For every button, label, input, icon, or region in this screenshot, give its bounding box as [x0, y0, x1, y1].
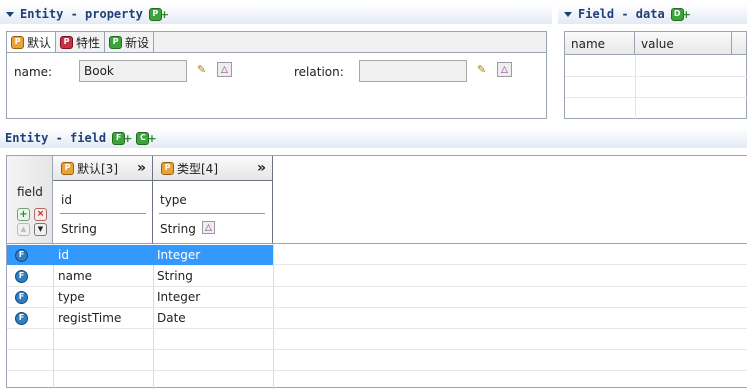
cell-name[interactable]: name — [58, 269, 92, 283]
property-icon: P — [60, 35, 74, 49]
property-icon: P — [11, 35, 24, 49]
divider — [159, 213, 265, 214]
field-data-table: name value — [564, 31, 747, 119]
tab-new[interactable]: P 新设 — [105, 32, 155, 52]
column-group-type[interactable]: P 类型[4] » type String △ — [153, 156, 273, 244]
collapse-icon[interactable] — [6, 11, 14, 17]
column-group-default[interactable]: P 默认[3] » id String — [53, 156, 153, 244]
divider — [60, 213, 146, 214]
cell-type[interactable]: String — [157, 269, 193, 283]
row-header-label: field — [17, 185, 43, 199]
property-icon: P — [161, 161, 174, 175]
row-divider — [7, 349, 747, 350]
field-icon: F — [15, 269, 28, 283]
column-header-value[interactable]: value — [635, 32, 732, 54]
relation-type-button[interactable]: △ — [497, 62, 512, 77]
plus-icon: + — [681, 7, 691, 21]
field-icon: F — [15, 290, 28, 304]
cell-type[interactable]: Integer — [157, 290, 200, 304]
group-label: 类型[4] — [177, 161, 218, 176]
tab-label: 默认 — [27, 35, 52, 50]
plus-icon: + — [159, 7, 170, 21]
row-header-cell: field + × ▲ ▼ — [7, 156, 53, 244]
collapse-icon[interactable] — [564, 11, 572, 17]
property-icon: P — [61, 161, 74, 175]
cell-type[interactable]: Integer — [157, 248, 200, 262]
expand-icon[interactable]: » — [137, 160, 146, 176]
cell-type[interactable]: Date — [157, 311, 186, 325]
property-icon: P — [109, 35, 123, 49]
column-header-name[interactable]: name — [565, 32, 635, 54]
field-icon: F — [15, 311, 28, 325]
column-divider — [635, 55, 636, 119]
column-name: type — [160, 193, 187, 207]
edit-relation-icon[interactable]: ✎ — [477, 63, 489, 76]
column-name: id — [61, 193, 72, 207]
column-type: String — [160, 222, 196, 236]
table-row[interactable]: F type Integer — [7, 287, 747, 308]
type-sort-button[interactable]: △ — [202, 221, 215, 234]
name-label: name: — [14, 65, 53, 79]
relation-field[interactable] — [359, 60, 467, 82]
row-filler — [273, 245, 747, 265]
section-title: Entity - field — [5, 131, 107, 145]
group-header: P 类型[4] » — [153, 156, 272, 181]
expand-icon[interactable]: » — [257, 160, 266, 176]
grid-header-filler — [273, 156, 747, 244]
row-divider — [565, 97, 747, 98]
cell-name[interactable]: registTime — [58, 311, 121, 325]
edit-name-icon[interactable]: ✎ — [197, 63, 209, 76]
move-up-icon[interactable]: ▲ — [17, 223, 30, 236]
plus-icon: + — [147, 131, 157, 145]
tab-default[interactable]: P 默认 — [7, 32, 57, 52]
entity-field-grid: field + × ▲ ▼ P 默认[3] » id String P 类型[4… — [6, 155, 747, 389]
table-row[interactable]: F name String — [7, 266, 747, 287]
name-type-button[interactable]: △ — [217, 62, 232, 77]
column-type: String — [61, 222, 97, 236]
field-icon: F — [15, 248, 28, 262]
tab-feature[interactable]: P 特性 — [56, 32, 106, 52]
table-row[interactable]: F id Integer — [7, 245, 273, 265]
tab-label: 新设 — [125, 35, 150, 50]
section-title: Field - data — [578, 7, 665, 21]
property-panel: P 默认 P 特性 P 新设 name: Book ✎ △ relation: … — [6, 31, 547, 119]
name-field[interactable]: Book — [79, 60, 187, 82]
entity-field-header: Entity - field F + C + — [0, 128, 747, 148]
entity-property-header: Entity - property P + — [0, 4, 552, 24]
cell-name[interactable]: type — [58, 290, 85, 304]
relation-label: relation: — [294, 65, 344, 79]
cell-name[interactable]: id — [58, 248, 69, 262]
group-header: P 默认[3] » — [53, 156, 152, 181]
move-down-icon[interactable]: ▼ — [34, 223, 47, 236]
row-divider — [7, 370, 747, 371]
add-row-icon[interactable]: + — [17, 208, 30, 221]
group-label: 默认[3] — [77, 161, 118, 176]
row-divider — [565, 76, 747, 77]
remove-row-icon[interactable]: × — [34, 208, 47, 221]
tab-label: 特性 — [76, 35, 101, 50]
field-data-header: Field - data D + — [558, 4, 747, 24]
table-row[interactable]: F registTime Date — [7, 308, 747, 329]
plus-icon: + — [123, 131, 133, 145]
section-title: Entity - property — [20, 7, 143, 21]
property-tabs: P 默认 P 特性 P 新设 — [7, 32, 546, 53]
table-header: name value — [565, 32, 746, 55]
